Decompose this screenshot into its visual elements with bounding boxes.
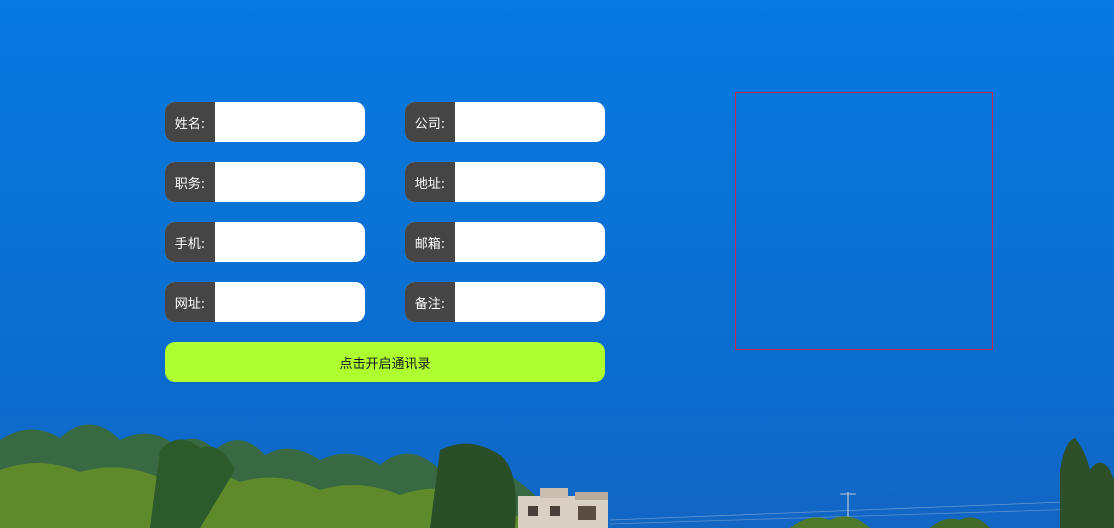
position-field: 职务: (165, 162, 365, 202)
phone-field: 手机: (165, 222, 365, 262)
notes-label: 备注: (405, 282, 455, 322)
email-input[interactable] (455, 222, 605, 262)
name-label: 姓名: (165, 102, 215, 142)
phone-input[interactable] (215, 222, 365, 262)
name-field: 姓名: (165, 102, 365, 142)
address-input[interactable] (455, 162, 605, 202)
name-input[interactable] (215, 102, 365, 142)
position-label: 职务: (165, 162, 215, 202)
phone-label: 手机: (165, 222, 215, 262)
company-field: 公司: (405, 102, 605, 142)
open-contacts-button[interactable]: 点击开启通讯录 (165, 342, 605, 382)
company-label: 公司: (405, 102, 455, 142)
email-label: 邮箱: (405, 222, 455, 262)
website-input[interactable] (215, 282, 365, 322)
address-label: 地址: (405, 162, 455, 202)
notes-field: 备注: (405, 282, 605, 322)
position-input[interactable] (215, 162, 365, 202)
website-label: 网址: (165, 282, 215, 322)
email-field: 邮箱: (405, 222, 605, 262)
address-field: 地址: (405, 162, 605, 202)
company-input[interactable] (455, 102, 605, 142)
notes-input[interactable] (455, 282, 605, 322)
website-field: 网址: (165, 282, 365, 322)
qr-code-area (735, 92, 993, 350)
